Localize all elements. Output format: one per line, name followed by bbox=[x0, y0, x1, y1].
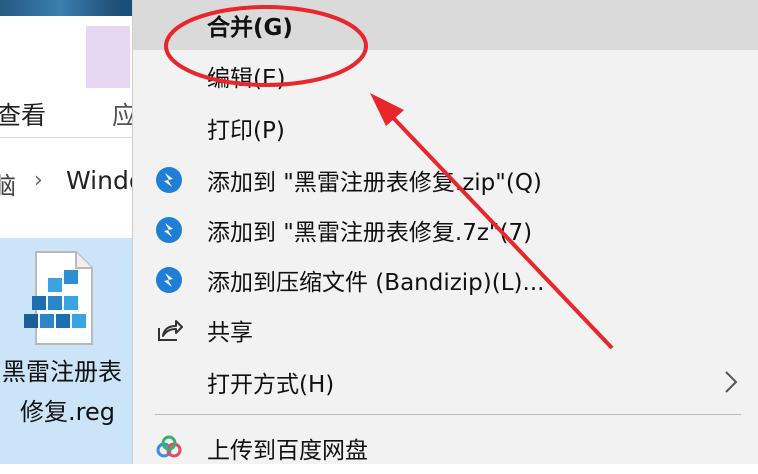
context-menu: 合并(G) 编辑(E) 打印(P) 添加到 "黑雷注册表修复.zip"(Q) 添… bbox=[132, 0, 758, 464]
menu-item-edit[interactable]: 编辑(E) bbox=[133, 50, 758, 102]
bandizip-icon bbox=[156, 167, 182, 193]
menu-item-label: 添加到 "黑雷注册表修复.zip"(Q) bbox=[207, 170, 542, 196]
ribbon-divider bbox=[0, 137, 140, 138]
ribbon-tab-highlight[interactable] bbox=[86, 26, 130, 88]
address-separator-icon[interactable]: › bbox=[34, 168, 43, 193]
menu-item-add-zip[interactable]: 添加到 "黑雷注册表修复.zip"(Q) bbox=[133, 154, 758, 206]
baidu-netdisk-icon bbox=[156, 435, 182, 458]
menu-item-label: 添加到压缩文件 (Bandizip)(L)... bbox=[207, 270, 545, 296]
explorer-titlebar bbox=[0, 0, 140, 16]
address-prefix[interactable]: 脑 bbox=[0, 166, 16, 201]
share-icon bbox=[158, 320, 183, 341]
address-path[interactable]: Windo bbox=[66, 166, 140, 195]
bandizip-icon bbox=[156, 217, 182, 243]
ribbon-tab-view[interactable]: 查看 bbox=[0, 96, 46, 132]
menu-item-add-archive[interactable]: 添加到压缩文件 (Bandizip)(L)... bbox=[133, 254, 758, 306]
menu-separator bbox=[155, 414, 741, 415]
chevron-right-icon bbox=[725, 371, 738, 393]
file-name-line1[interactable]: 黑雷注册表 bbox=[2, 352, 122, 387]
registry-file-icon[interactable] bbox=[18, 248, 98, 348]
menu-item-add-7z[interactable]: 添加到 "黑雷注册表修复.7z"(7) bbox=[133, 204, 758, 256]
menu-item-open-with[interactable]: 打开方式(H) bbox=[133, 356, 758, 408]
menu-item-label: 合并(G) bbox=[207, 15, 293, 41]
menu-item-merge[interactable]: 合并(G) bbox=[133, 0, 758, 50]
titlebar-image bbox=[0, 0, 120, 16]
menu-item-baidu-upload[interactable]: 上传到百度网盘 bbox=[133, 422, 758, 474]
menu-item-label: 上传到百度网盘 bbox=[207, 438, 368, 464]
menu-item-label: 共享 bbox=[207, 320, 253, 346]
bandizip-icon bbox=[156, 267, 182, 293]
menu-item-label: 添加到 "黑雷注册表修复.7z"(7) bbox=[207, 220, 533, 246]
menu-item-label: 打印(P) bbox=[207, 118, 285, 144]
explorer-window: 查看 应 脑 › Windo 黑雷注册表 修复.reg bbox=[0, 0, 140, 464]
menu-item-print[interactable]: 打印(P) bbox=[133, 102, 758, 154]
menu-item-label: 编辑(E) bbox=[207, 66, 286, 92]
menu-item-label: 打开方式(H) bbox=[207, 372, 335, 398]
file-name-line2[interactable]: 修复.reg bbox=[20, 392, 115, 427]
menu-item-share[interactable]: 共享 bbox=[133, 304, 758, 356]
